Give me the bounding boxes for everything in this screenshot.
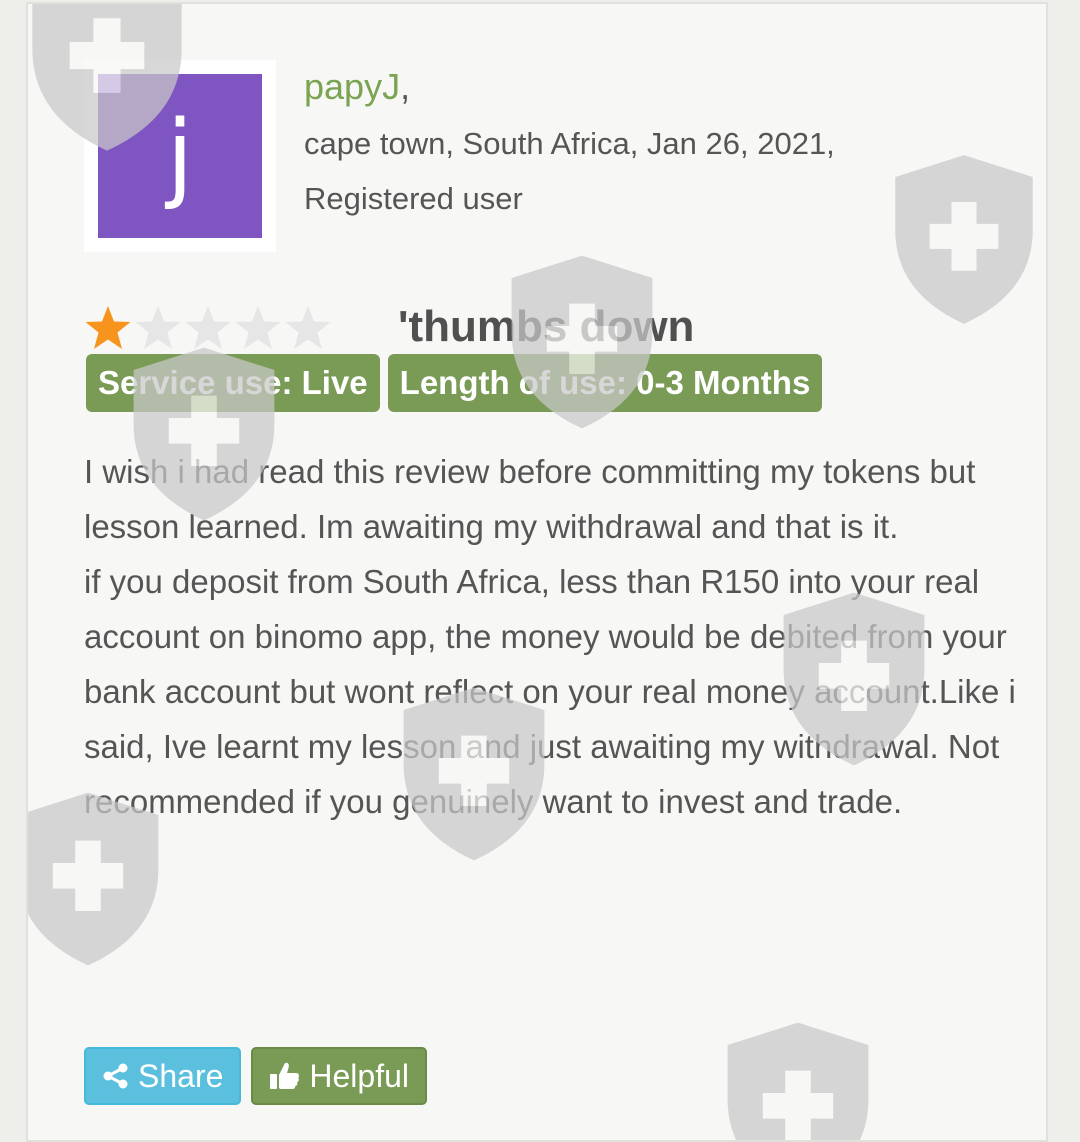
author-line: papyJ,	[304, 66, 411, 107]
review-paragraph: I wish i had read this review before com…	[84, 453, 976, 545]
author-name[interactable]: papyJ	[304, 66, 400, 107]
avatar-letter: j	[166, 100, 194, 212]
shield-watermark-icon	[895, 155, 1033, 324]
review-card: j papyJ, cape town, South Africa, Jan 26…	[26, 2, 1048, 1142]
star-empty-icon	[135, 306, 181, 349]
share-button[interactable]: Share	[84, 1047, 242, 1105]
star-filled-icon	[85, 306, 131, 349]
user-type: Registered user	[304, 181, 523, 216]
review-body: I wish i had read this review before com…	[84, 444, 1024, 829]
tag-service-use: Service use: Live	[86, 354, 380, 412]
tag-length-of-use: Length of use: 0-3 Months	[387, 354, 823, 412]
avatar: j	[98, 74, 262, 238]
star-empty-icon	[185, 306, 231, 349]
review-paragraph: if you deposit from South Africa, less t…	[84, 563, 1016, 820]
share-label: Share	[138, 1057, 224, 1094]
review-title: 'thumbs down	[398, 302, 695, 351]
star-rating	[84, 304, 332, 352]
share-icon	[103, 1063, 128, 1089]
star-empty-icon	[285, 306, 331, 349]
thumbs-up-icon	[270, 1062, 300, 1089]
helpful-button[interactable]: Helpful	[251, 1047, 427, 1105]
review-actions: Share Helpful	[84, 1047, 427, 1105]
review-tags: Service use: Live Length of use: 0-3 Mon…	[86, 354, 823, 412]
avatar-frame: j	[84, 60, 276, 252]
star-empty-icon	[235, 306, 281, 349]
location-date: cape town, South Africa, Jan 26, 2021,	[304, 126, 835, 161]
shield-watermark-icon	[727, 1022, 869, 1140]
helpful-label: Helpful	[309, 1057, 409, 1094]
